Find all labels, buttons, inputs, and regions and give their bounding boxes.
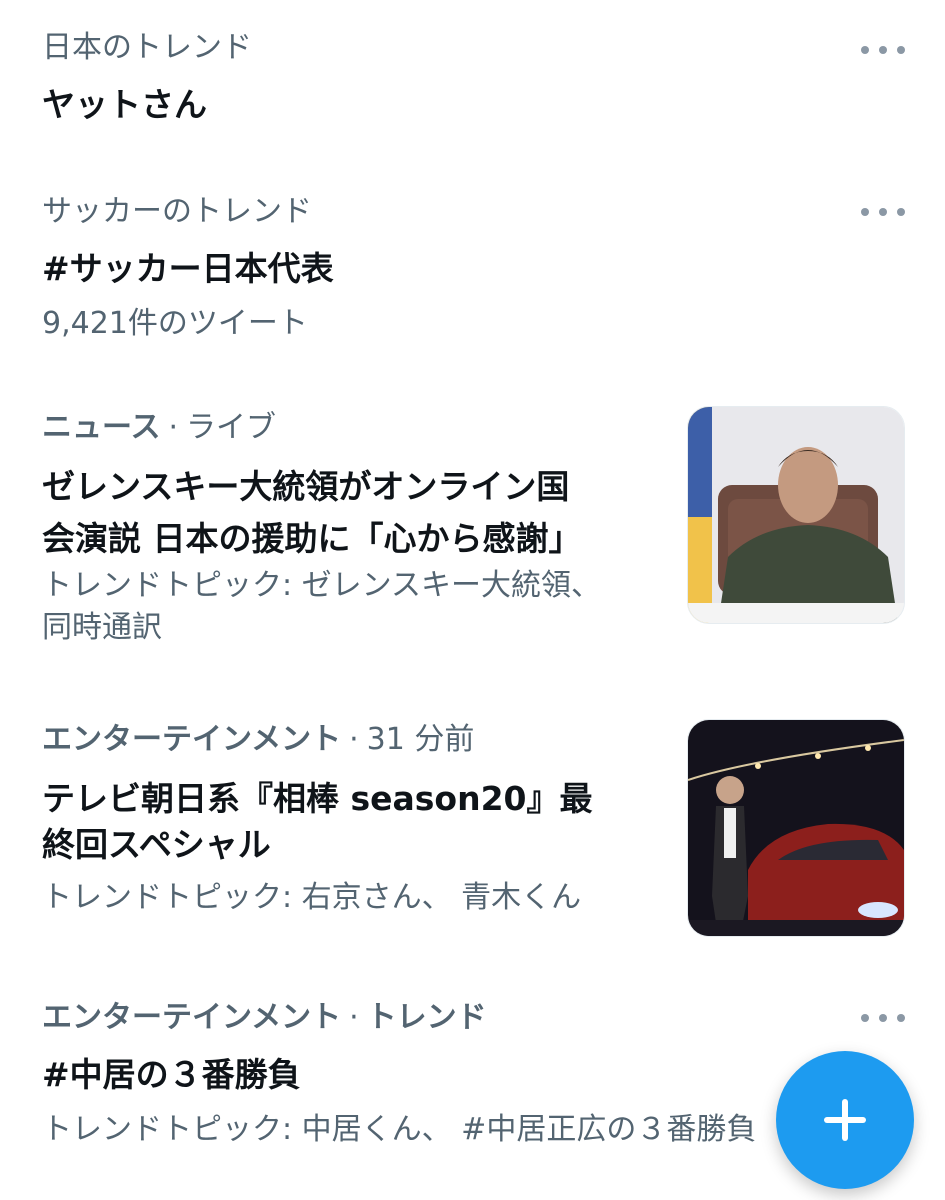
trend-topics: トレンドトピック: 中居くん、 #中居正広の３番勝負 [42,1112,757,1147]
more-icon[interactable] [861,1008,905,1028]
trend-context: エンターテインメント · トレンド [42,1000,487,1036]
separator-dot: · [349,1000,359,1035]
trend-status: トレンド [366,1000,487,1035]
trend-title: #中居の３番勝負 [42,1055,301,1094]
trend-category: エンターテインメント [42,1000,342,1035]
compose-tweet-button[interactable] [776,1051,914,1189]
trend-item-5[interactable]: エンターテインメント · トレンド #中居の３番勝負 トレンドトピック: 中居くん、… [42,0,905,1200]
plus-icon [824,1099,866,1141]
